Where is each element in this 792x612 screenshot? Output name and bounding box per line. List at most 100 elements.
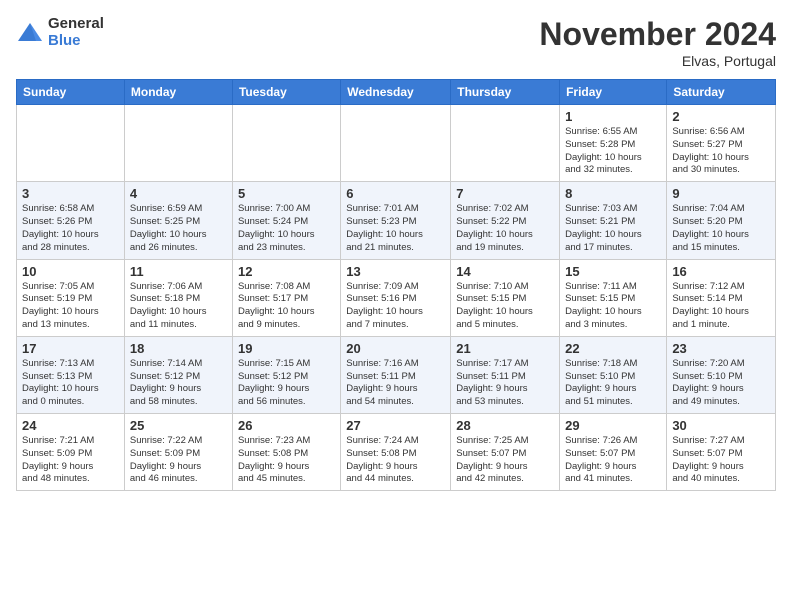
calendar-cell: 12 Sunrise: 7:08 AM Sunset: 5:17 PM Dayli… [232, 259, 340, 336]
calendar-cell: 25Sunrise: 7:22 AM Sunset: 5:09 PM Dayli… [124, 414, 232, 491]
day-info: Sunrise: 7:15 AM Sunset: 5:12 PM Dayligh… [238, 358, 335, 409]
weekday-header-wednesday: Wednesday [341, 80, 451, 105]
calendar-cell: 6 Sunrise: 7:01 AM Sunset: 5:23 PM Daylig… [341, 182, 451, 259]
day-info: Sunrise: 7:22 AM Sunset: 5:09 PM Dayligh… [130, 435, 227, 486]
day-info: Sunrise: 7:00 AM Sunset: 5:24 PM Dayligh… [238, 203, 335, 254]
header: General Blue November 2024 Elvas, Portug… [16, 16, 776, 69]
calendar-cell: 17 Sunrise: 7:13 AM Sunset: 5:13 PM Dayli… [17, 336, 125, 413]
calendar-cell: 26Sunrise: 7:23 AM Sunset: 5:08 PM Dayli… [232, 414, 340, 491]
calendar-cell: 22 Sunrise: 7:18 AM Sunset: 5:10 PM Dayli… [560, 336, 667, 413]
calendar-cell: 23Sunrise: 7:20 AM Sunset: 5:10 PM Dayli… [667, 336, 776, 413]
weekday-header-thursday: Thursday [451, 80, 560, 105]
day-number: 20 [346, 341, 445, 356]
day-info: Sunrise: 7:26 AM Sunset: 5:07 PM Dayligh… [565, 435, 661, 486]
logo-icon [16, 19, 44, 47]
day-number: 2 [672, 109, 770, 124]
calendar-cell: 13Sunrise: 7:09 AM Sunset: 5:16 PM Dayli… [341, 259, 451, 336]
location: Elvas, Portugal [539, 53, 776, 69]
day-number: 6 [346, 186, 445, 201]
day-number: 17 [22, 341, 119, 356]
calendar-cell: 3Sunrise: 6:58 AM Sunset: 5:26 PM Daylig… [17, 182, 125, 259]
day-info: Sunrise: 7:05 AM Sunset: 5:19 PM Dayligh… [22, 281, 119, 332]
day-info: Sunrise: 7:12 AM Sunset: 5:14 PM Dayligh… [672, 281, 770, 332]
calendar-cell: 19 Sunrise: 7:15 AM Sunset: 5:12 PM Dayli… [232, 336, 340, 413]
calendar-cell: 7 Sunrise: 7:02 AM Sunset: 5:22 PM Daylig… [451, 182, 560, 259]
calendar-cell: 5 Sunrise: 7:00 AM Sunset: 5:24 PM Daylig… [232, 182, 340, 259]
calendar-cell: 11 Sunrise: 7:06 AM Sunset: 5:18 PM Dayli… [124, 259, 232, 336]
day-number: 8 [565, 186, 661, 201]
day-number: 4 [130, 186, 227, 201]
calendar-week-3: 10 Sunrise: 7:05 AM Sunset: 5:19 PM Dayli… [17, 259, 776, 336]
calendar-week-1: 1 Sunrise: 6:55 AM Sunset: 5:28 PM Daylig… [17, 105, 776, 182]
calendar-table: SundayMondayTuesdayWednesdayThursdayFrid… [16, 79, 776, 491]
title-area: November 2024 Elvas, Portugal [539, 16, 776, 69]
day-number: 1 [565, 109, 661, 124]
calendar-cell [341, 105, 451, 182]
day-number: 7 [456, 186, 554, 201]
calendar-cell: 10 Sunrise: 7:05 AM Sunset: 5:19 PM Dayli… [17, 259, 125, 336]
calendar-cell: 21 Sunrise: 7:17 AM Sunset: 5:11 PM Dayli… [451, 336, 560, 413]
calendar-cell: 2Sunrise: 6:56 AM Sunset: 5:27 PM Daylig… [667, 105, 776, 182]
weekday-header-monday: Monday [124, 80, 232, 105]
day-info: Sunrise: 7:03 AM Sunset: 5:21 PM Dayligh… [565, 203, 661, 254]
calendar-cell: 30 Sunrise: 7:27 AM Sunset: 5:07 PM Dayli… [667, 414, 776, 491]
calendar-cell [232, 105, 340, 182]
calendar-week-2: 3Sunrise: 6:58 AM Sunset: 5:26 PM Daylig… [17, 182, 776, 259]
day-number: 24 [22, 418, 119, 433]
day-info: Sunrise: 7:23 AM Sunset: 5:08 PM Dayligh… [238, 435, 335, 486]
calendar-cell: 20 Sunrise: 7:16 AM Sunset: 5:11 PM Dayli… [341, 336, 451, 413]
calendar-cell [451, 105, 560, 182]
day-number: 14 [456, 264, 554, 279]
day-info: Sunrise: 7:10 AM Sunset: 5:15 PM Dayligh… [456, 281, 554, 332]
weekday-header-sunday: Sunday [17, 80, 125, 105]
day-info: Sunrise: 7:17 AM Sunset: 5:11 PM Dayligh… [456, 358, 554, 409]
weekday-header-tuesday: Tuesday [232, 80, 340, 105]
month-title: November 2024 [539, 16, 776, 53]
calendar-cell: 16Sunrise: 7:12 AM Sunset: 5:14 PM Dayli… [667, 259, 776, 336]
day-number: 11 [130, 264, 227, 279]
day-info: Sunrise: 7:27 AM Sunset: 5:07 PM Dayligh… [672, 435, 770, 486]
day-info: Sunrise: 7:25 AM Sunset: 5:07 PM Dayligh… [456, 435, 554, 486]
calendar-cell: 24 Sunrise: 7:21 AM Sunset: 5:09 PM Dayli… [17, 414, 125, 491]
day-info: Sunrise: 6:59 AM Sunset: 5:25 PM Dayligh… [130, 203, 227, 254]
calendar-cell: 8 Sunrise: 7:03 AM Sunset: 5:21 PM Daylig… [560, 182, 667, 259]
calendar-cell: 29 Sunrise: 7:26 AM Sunset: 5:07 PM Dayli… [560, 414, 667, 491]
day-info: Sunrise: 7:02 AM Sunset: 5:22 PM Dayligh… [456, 203, 554, 254]
day-info: Sunrise: 7:04 AM Sunset: 5:20 PM Dayligh… [672, 203, 770, 254]
day-info: Sunrise: 7:01 AM Sunset: 5:23 PM Dayligh… [346, 203, 445, 254]
day-info: Sunrise: 7:20 AM Sunset: 5:10 PM Dayligh… [672, 358, 770, 409]
calendar-cell [17, 105, 125, 182]
logo: General Blue [16, 16, 104, 49]
calendar-cell: 15Sunrise: 7:11 AM Sunset: 5:15 PM Dayli… [560, 259, 667, 336]
calendar-cell: 27Sunrise: 7:24 AM Sunset: 5:08 PM Dayli… [341, 414, 451, 491]
day-info: Sunrise: 7:08 AM Sunset: 5:17 PM Dayligh… [238, 281, 335, 332]
day-info: Sunrise: 7:14 AM Sunset: 5:12 PM Dayligh… [130, 358, 227, 409]
logo-blue: Blue [48, 33, 104, 50]
day-info: Sunrise: 7:21 AM Sunset: 5:09 PM Dayligh… [22, 435, 119, 486]
day-number: 27 [346, 418, 445, 433]
calendar-cell: 4 Sunrise: 6:59 AM Sunset: 5:25 PM Daylig… [124, 182, 232, 259]
day-number: 12 [238, 264, 335, 279]
day-info: Sunrise: 7:16 AM Sunset: 5:11 PM Dayligh… [346, 358, 445, 409]
calendar-week-5: 24 Sunrise: 7:21 AM Sunset: 5:09 PM Dayli… [17, 414, 776, 491]
calendar-week-4: 17 Sunrise: 7:13 AM Sunset: 5:13 PM Dayli… [17, 336, 776, 413]
weekday-header-friday: Friday [560, 80, 667, 105]
day-info: Sunrise: 6:55 AM Sunset: 5:28 PM Dayligh… [565, 126, 661, 177]
day-number: 5 [238, 186, 335, 201]
day-info: Sunrise: 7:06 AM Sunset: 5:18 PM Dayligh… [130, 281, 227, 332]
day-number: 10 [22, 264, 119, 279]
day-number: 22 [565, 341, 661, 356]
day-number: 29 [565, 418, 661, 433]
calendar-cell: 9Sunrise: 7:04 AM Sunset: 5:20 PM Daylig… [667, 182, 776, 259]
day-number: 19 [238, 341, 335, 356]
calendar-cell: 28Sunrise: 7:25 AM Sunset: 5:07 PM Dayli… [451, 414, 560, 491]
day-info: Sunrise: 7:11 AM Sunset: 5:15 PM Dayligh… [565, 281, 661, 332]
weekday-header-row: SundayMondayTuesdayWednesdayThursdayFrid… [17, 80, 776, 105]
day-number: 21 [456, 341, 554, 356]
day-info: Sunrise: 7:13 AM Sunset: 5:13 PM Dayligh… [22, 358, 119, 409]
logo-text: General Blue [48, 16, 104, 49]
calendar-cell: 14 Sunrise: 7:10 AM Sunset: 5:15 PM Dayli… [451, 259, 560, 336]
day-info: Sunrise: 7:18 AM Sunset: 5:10 PM Dayligh… [565, 358, 661, 409]
logo-general: General [48, 16, 104, 33]
day-number: 30 [672, 418, 770, 433]
